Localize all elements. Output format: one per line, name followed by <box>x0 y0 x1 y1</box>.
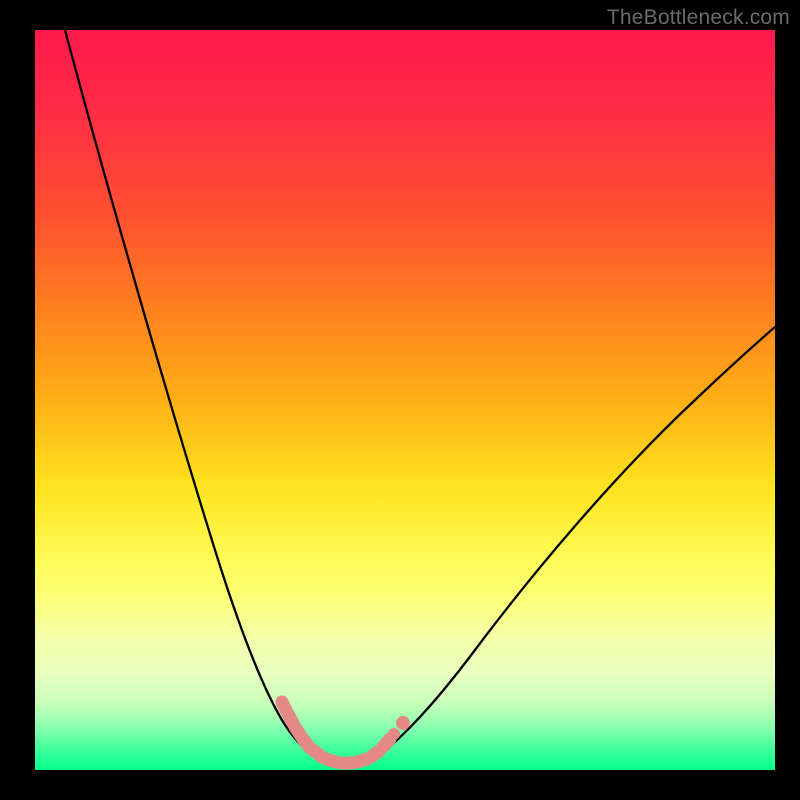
chart-frame: TheBottleneck.com <box>0 0 800 800</box>
curve-right-branch <box>365 327 775 763</box>
plot-area <box>35 30 775 770</box>
curve-left-branch <box>65 30 325 762</box>
curve-layer <box>35 30 775 770</box>
watermark-text: TheBottleneck.com <box>607 6 790 30</box>
valley-markers <box>282 702 410 763</box>
